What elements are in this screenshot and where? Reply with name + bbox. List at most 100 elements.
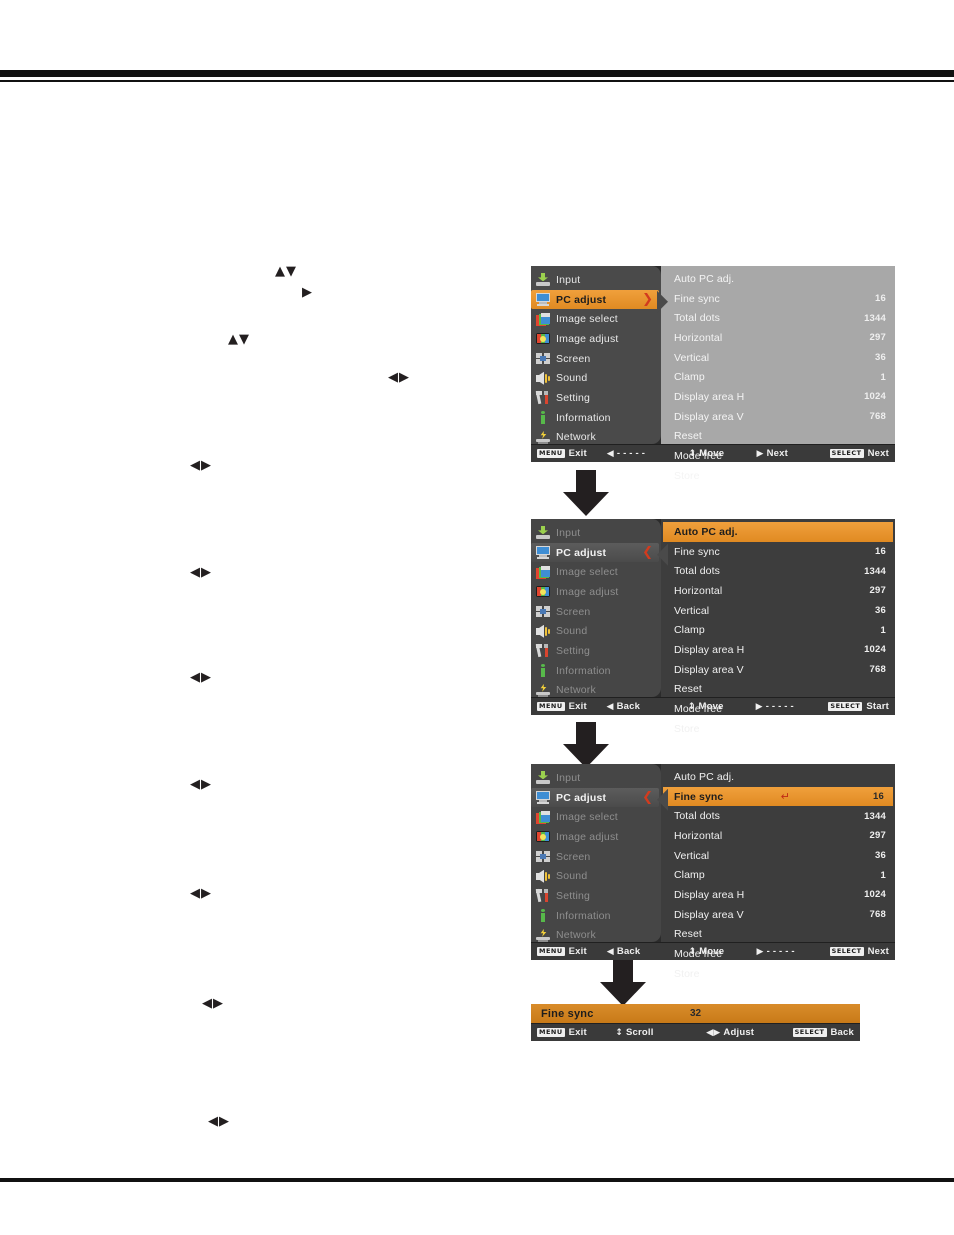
guide-item[interactable]: ↕ Scroll: [615, 1027, 706, 1038]
option-row-display-area-v[interactable]: Display area V 768: [661, 660, 895, 680]
sidebar-item-sound[interactable]: Sound: [531, 866, 661, 886]
sidebar-item-sound[interactable]: Sound: [531, 621, 661, 641]
network-icon: [536, 430, 550, 444]
option-label: Clamp: [674, 869, 705, 882]
guide-item[interactable]: MENU Exit: [537, 1027, 615, 1038]
osd-option-list: Auto PC adj. Fine sync 16 Total dots 1344 Hor…: [661, 266, 895, 482]
sidebar-item-screen[interactable]: Screen: [531, 602, 661, 622]
option-label: Fine sync: [674, 790, 724, 803]
option-label: Display area H: [674, 643, 745, 656]
option-row-auto-pc-adj[interactable]: Auto PC adj.: [663, 522, 893, 542]
option-row-auto-pc-adj[interactable]: Auto PC adj.: [661, 767, 895, 787]
sidebar-item-image-select[interactable]: Image select: [531, 562, 661, 582]
option-row-reset[interactable]: Reset: [661, 427, 895, 447]
sidebar-item-network[interactable]: Network: [531, 428, 661, 448]
guide-item[interactable]: MENU Exit: [537, 946, 607, 957]
sidebar-item-sound[interactable]: Sound: [531, 368, 661, 388]
option-row-vertical[interactable]: Vertical 36: [661, 348, 895, 368]
sidebar-item-pc-adjust[interactable]: PC adjust ❮: [531, 542, 659, 563]
menu-key-badge: MENU: [537, 947, 565, 956]
option-row-total-dots[interactable]: Total dots 1344: [661, 806, 895, 826]
guide-item[interactable]: ◀▶ Adjust: [706, 1027, 792, 1038]
flow-down-arrow-icon-0: [563, 470, 609, 516]
guide-item[interactable]: SELECT Back: [792, 1027, 854, 1038]
sidebar-item-image-adjust[interactable]: Image adjust: [531, 582, 661, 602]
option-row-display-area-v[interactable]: Display area V 768: [661, 407, 895, 427]
arrow-annotation-2: ▲▼: [228, 332, 250, 347]
image-select-icon: [536, 565, 550, 579]
sidebar-item-input[interactable]: Input: [531, 270, 661, 290]
sidebar-item-input[interactable]: Input: [531, 523, 661, 543]
option-label: Total dots: [674, 312, 720, 325]
option-row-clamp[interactable]: Clamp 1: [661, 865, 895, 885]
option-row-display-area-h[interactable]: Display area H 1024: [661, 640, 895, 660]
menu-key-badge: MENU: [537, 449, 565, 458]
guide-label: Adjust: [723, 1027, 755, 1038]
option-row-horizontal[interactable]: Horizontal 297: [661, 328, 895, 348]
option-row-vertical[interactable]: Vertical 36: [661, 601, 895, 621]
sidebar-item-image-adjust[interactable]: Image adjust: [531, 827, 661, 847]
option-row-fine-sync[interactable]: Fine sync 16: [661, 289, 895, 309]
option-label: Mode free: [674, 948, 723, 961]
sidebar-item-information[interactable]: Information: [531, 906, 661, 926]
sidebar-item-information[interactable]: Information: [531, 661, 661, 681]
sidebar-item-label: Information: [556, 909, 611, 922]
sidebar-item-image-select[interactable]: Image select: [531, 309, 661, 329]
option-row-total-dots[interactable]: Total dots 1344: [661, 308, 895, 328]
return-arrow-icon: ↵: [780, 790, 790, 804]
option-row-store[interactable]: Store: [661, 466, 895, 486]
sidebar-item-pc-adjust[interactable]: PC adjust ❮: [531, 787, 659, 808]
option-row-display-area-v[interactable]: Display area V 768: [661, 905, 895, 925]
option-row-clamp[interactable]: Clamp 1: [661, 620, 895, 640]
option-row-mode-free[interactable]: Mode free: [661, 446, 895, 466]
sidebar-item-setting[interactable]: Setting: [531, 641, 661, 661]
sidebar-item-image-adjust[interactable]: Image adjust: [531, 329, 661, 349]
pc-adjust-icon: [536, 791, 550, 805]
guide-label: Back: [616, 701, 641, 712]
sidebar-item-image-select[interactable]: Image select: [531, 807, 661, 827]
guide-label: Exit: [568, 946, 587, 957]
arrow-annotation-7: ◀▶: [190, 777, 212, 792]
sidebar-item-input[interactable]: Input: [531, 768, 661, 788]
option-row-total-dots[interactable]: Total dots 1344: [661, 561, 895, 581]
sidebar-item-information[interactable]: Information: [531, 408, 661, 428]
option-row-fine-sync[interactable]: Fine sync ↵ 16: [663, 786, 893, 807]
image-select-icon: [536, 312, 550, 326]
sidebar-item-screen[interactable]: Screen: [531, 847, 661, 867]
sidebar-item-network[interactable]: Network: [531, 681, 661, 701]
option-row-reset[interactable]: Reset: [661, 680, 895, 700]
sidebar-item-label: Image adjust: [556, 830, 619, 843]
option-row-vertical[interactable]: Vertical 36: [661, 846, 895, 866]
option-label: Display area V: [674, 663, 744, 676]
sidebar-item-pc-adjust[interactable]: PC adjust ❯: [531, 289, 659, 310]
option-row-horizontal[interactable]: Horizontal 297: [661, 581, 895, 601]
option-row-display-area-h[interactable]: Display area H 1024: [661, 387, 895, 407]
option-row-mode-free[interactable]: Mode free: [661, 944, 895, 964]
guide-label: Back: [616, 946, 641, 957]
option-value: 36: [875, 352, 886, 364]
guide-item[interactable]: MENU Exit: [537, 701, 606, 712]
option-row-store[interactable]: Store: [661, 719, 895, 739]
guide-label: Exit: [568, 1027, 587, 1038]
option-row-horizontal[interactable]: Horizontal 297: [661, 826, 895, 846]
option-label: Mode free: [674, 703, 723, 716]
guide-symbol-icon: ◀: [606, 701, 614, 712]
guide-item[interactable]: MENU Exit: [537, 448, 607, 459]
option-row-reset[interactable]: Reset: [661, 925, 895, 945]
option-row-clamp[interactable]: Clamp 1: [661, 367, 895, 387]
image-adjust-icon: [536, 332, 550, 345]
sidebar-item-network[interactable]: Network: [531, 926, 661, 946]
option-row-mode-free[interactable]: Mode free: [661, 699, 895, 719]
sidebar-item-setting[interactable]: Setting: [531, 388, 661, 408]
sidebar-item-screen[interactable]: Screen: [531, 349, 661, 369]
sidebar-item-setting[interactable]: Setting: [531, 886, 661, 906]
option-row-fine-sync[interactable]: Fine sync 16: [661, 542, 895, 562]
option-row-display-area-h[interactable]: Display area H 1024: [661, 885, 895, 905]
osd-guide-bar: MENU Exit ↕ Scroll ◀▶ Adjust SELECT Back: [531, 1023, 860, 1041]
sound-icon: [536, 624, 550, 638]
adjust-value-row[interactable]: Fine sync 32: [531, 1004, 860, 1023]
option-row-auto-pc-adj[interactable]: Auto PC adj.: [661, 269, 895, 289]
osd-sidebar: Input PC adjust ❮ Image select Image adjust S…: [531, 519, 661, 697]
osd-menu-pc-adjust-highlighted: Input PC adjust ❯ Image select Image adjust S…: [531, 266, 895, 482]
option-row-store[interactable]: Store: [661, 964, 895, 984]
